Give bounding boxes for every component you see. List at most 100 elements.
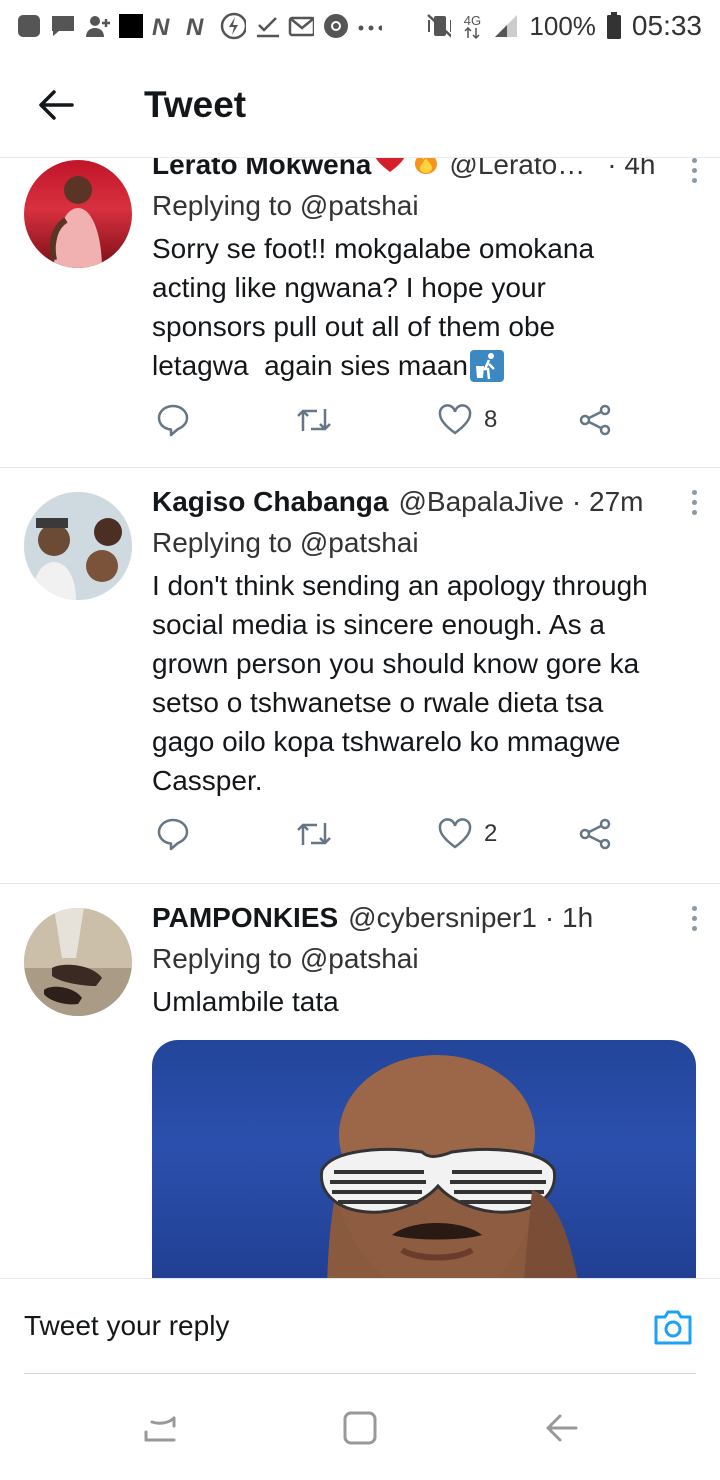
reply-tweet[interactable]: Kagiso Chabanga @BapalaJive · 27m Replyi… bbox=[0, 468, 720, 884]
author-handle[interactable]: @cybersniper1 bbox=[348, 900, 537, 936]
svg-text:N: N bbox=[186, 14, 204, 39]
recent-apps-button[interactable] bbox=[130, 1398, 190, 1458]
avatar[interactable] bbox=[24, 908, 132, 1016]
share-button[interactable] bbox=[578, 403, 612, 437]
lightning-icon bbox=[220, 12, 246, 40]
tweet-text-line: letagwa again sies maan bbox=[152, 350, 468, 381]
heart-outline-icon bbox=[438, 818, 472, 849]
battery-icon bbox=[606, 12, 622, 39]
arrow-left-icon bbox=[39, 89, 74, 120]
tweet-text-line: sponsors pull out all of them obe bbox=[152, 311, 556, 342]
author-name[interactable]: Lerato Mokwena bbox=[152, 158, 371, 183]
litter-bin-emoji-icon bbox=[469, 349, 504, 382]
recent-apps-icon bbox=[144, 1416, 176, 1442]
page-title: Tweet bbox=[144, 83, 247, 125]
tweet-text-line: Cassper. bbox=[152, 765, 263, 796]
share-button[interactable] bbox=[578, 817, 612, 851]
tweet-menu-button[interactable] bbox=[682, 484, 706, 520]
tweet-text-line: Umlambile tata bbox=[152, 986, 339, 1017]
replying-to[interactable]: Replying to @patshai bbox=[152, 187, 700, 225]
camera-button[interactable] bbox=[652, 1307, 694, 1347]
heart-emoji-icon bbox=[373, 158, 407, 183]
like-count: 8 bbox=[484, 406, 498, 433]
tweet-text: Sorry se foot!! mokgalabe omokana acting… bbox=[152, 229, 700, 385]
comment-icon bbox=[157, 818, 189, 851]
retweet-icon bbox=[297, 409, 331, 431]
tweet-text-line: grown person you should know gore ka bbox=[152, 648, 640, 679]
tweet-menu-button[interactable] bbox=[682, 900, 706, 936]
retweet-button[interactable] bbox=[296, 405, 332, 435]
tweet-menu-button[interactable] bbox=[682, 158, 706, 188]
system-nav-bar bbox=[0, 1376, 720, 1480]
tweet-text-line: Sorry se foot!! mokgalabe omokana bbox=[152, 233, 595, 264]
tweet-text: I don't think sending an apology through… bbox=[152, 566, 700, 800]
mail-icon bbox=[288, 13, 314, 39]
message-icon bbox=[50, 13, 76, 39]
system-back-button[interactable] bbox=[532, 1398, 592, 1458]
vibrate-mute-icon bbox=[425, 13, 452, 39]
chrome-icon bbox=[322, 13, 348, 39]
reply-button[interactable] bbox=[156, 403, 190, 437]
back-arrow-icon bbox=[546, 1414, 578, 1442]
tweet-text-line: social media is sincere enough. As a bbox=[152, 609, 605, 640]
add-contact-icon bbox=[84, 13, 110, 39]
author-name[interactable]: PAMPONKIES bbox=[152, 900, 338, 936]
tweet-text-line: I don't think sending an apology through bbox=[152, 570, 648, 601]
author-handle[interactable]: @Lerato… bbox=[449, 158, 585, 183]
status-notifications: N N bbox=[16, 12, 382, 40]
avatar[interactable] bbox=[24, 160, 132, 268]
nn-icon: N bbox=[186, 13, 212, 39]
camera-icon bbox=[654, 1310, 692, 1345]
share-icon bbox=[579, 404, 611, 436]
retweet-button[interactable] bbox=[296, 819, 332, 849]
app-square-icon bbox=[16, 13, 42, 39]
replying-to[interactable]: Replying to @patshai bbox=[152, 940, 700, 978]
battery-percent: 100% bbox=[529, 11, 596, 41]
like-button[interactable]: 8 bbox=[438, 404, 497, 436]
reply-tweet[interactable]: Lerato Mokwena @Lerato… · 4h Replying to… bbox=[0, 158, 720, 468]
more-dots-icon bbox=[356, 13, 382, 39]
heart-outline-icon bbox=[438, 404, 472, 435]
like-count: 2 bbox=[484, 820, 498, 847]
home-square-icon bbox=[343, 1411, 377, 1445]
reply-input[interactable]: Tweet your reply bbox=[24, 1279, 624, 1373]
status-bar: N N 4G 100% 05:33 bbox=[0, 0, 720, 52]
top-app-bar: Tweet bbox=[0, 52, 720, 158]
nn-icon: N bbox=[152, 13, 178, 39]
back-button[interactable] bbox=[16, 65, 96, 145]
tweet-text-line: acting like ngwana? I hope your bbox=[152, 272, 546, 303]
tweet-image[interactable] bbox=[152, 1040, 696, 1278]
reply-button[interactable] bbox=[156, 817, 190, 851]
tweet-text: Umlambile tata bbox=[152, 982, 700, 1021]
author-handle[interactable]: @BapalaJive bbox=[398, 484, 563, 520]
tweet-time: · 27m bbox=[571, 486, 644, 517]
reply-feed[interactable]: Lerato Mokwena @Lerato… · 4h Replying to… bbox=[0, 158, 720, 1278]
avatar[interactable] bbox=[24, 492, 132, 600]
svg-text:N: N bbox=[152, 14, 170, 39]
tweet-time: · 4h bbox=[607, 158, 656, 180]
share-icon bbox=[579, 818, 611, 850]
reply-tweet[interactable]: PAMPONKIES @cybersniper1 · 1h Replying t… bbox=[0, 884, 720, 1278]
retweet-icon bbox=[297, 823, 331, 845]
status-system: 4G 100% 05:33 bbox=[425, 10, 702, 41]
like-button[interactable]: 2 bbox=[438, 818, 497, 850]
comment-icon bbox=[157, 404, 189, 437]
tweet-text-line: setso o tshwanetse o rwale dieta tsa bbox=[152, 687, 604, 718]
network-label: 4G bbox=[463, 12, 482, 28]
home-button[interactable] bbox=[330, 1398, 390, 1458]
4g-icon: 4G bbox=[461, 13, 483, 39]
author-name[interactable]: Kagiso Chabanga bbox=[152, 484, 388, 520]
signal-icon bbox=[493, 13, 519, 39]
replying-to[interactable]: Replying to @patshai bbox=[152, 524, 700, 562]
clock-time: 05:33 bbox=[631, 10, 702, 41]
tweet-actions: 2 bbox=[152, 814, 632, 854]
reply-divider bbox=[24, 1373, 696, 1374]
download-check-icon bbox=[254, 13, 280, 39]
reply-composer: Tweet your reply bbox=[0, 1278, 720, 1374]
tweet-text-line: gago oilo kopa tshwarelo ko mmagwe bbox=[152, 726, 621, 757]
tweet-time: · 1h bbox=[544, 902, 594, 933]
black-square-icon bbox=[118, 13, 144, 39]
tweet-actions: 8 bbox=[152, 400, 632, 440]
meme-image bbox=[319, 1055, 578, 1278]
fire-emoji-icon bbox=[413, 158, 439, 183]
